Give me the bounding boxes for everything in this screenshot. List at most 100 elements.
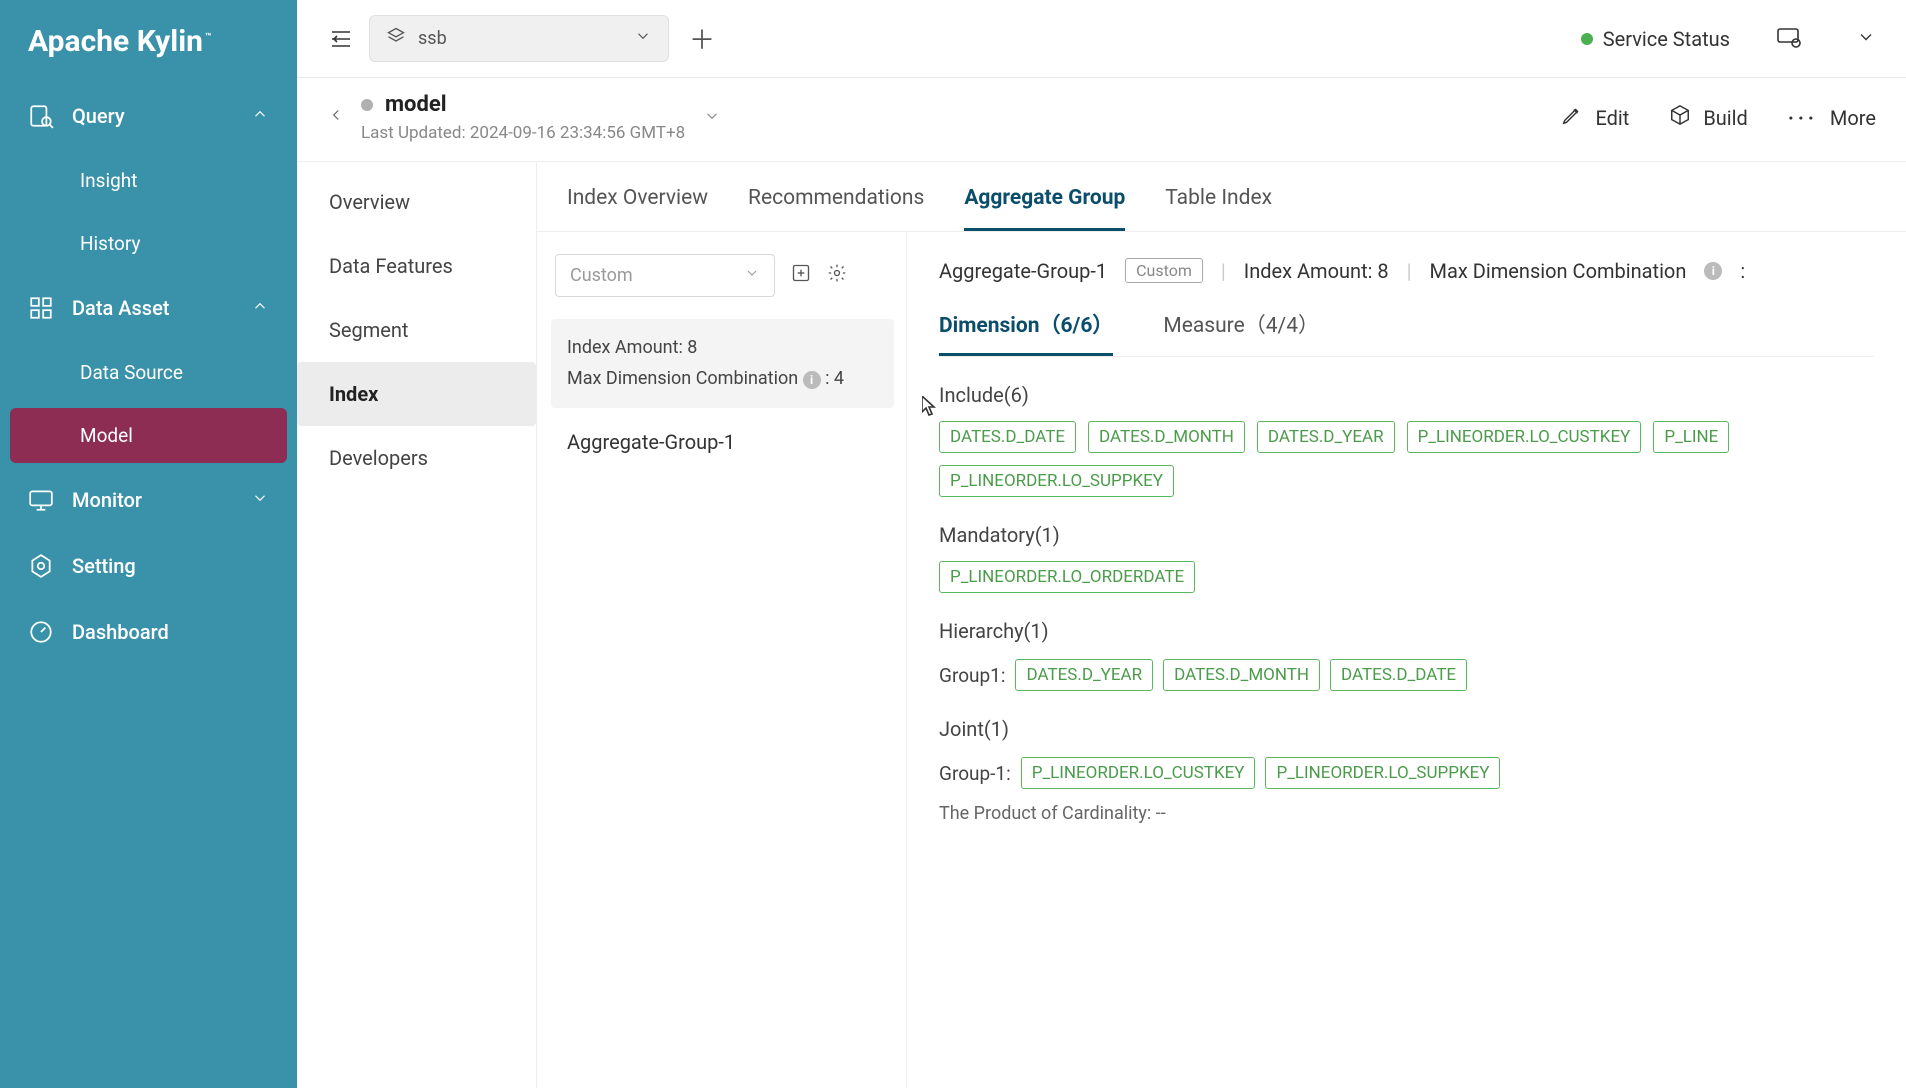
- more-dots-icon: ···: [1788, 106, 1818, 130]
- dimension-chip: P_LINEORDER.LO_ORDERDATE: [939, 561, 1195, 593]
- agg-type-select[interactable]: Custom: [555, 254, 775, 297]
- agg-detail-index-amount: Index Amount: 8: [1244, 259, 1389, 283]
- dimension-chip: P_LINE: [1653, 421, 1729, 453]
- subnav-segment[interactable]: Segment: [297, 298, 536, 362]
- back-button[interactable]: [327, 105, 361, 130]
- edit-label: Edit: [1595, 106, 1629, 130]
- info-icon[interactable]: i: [803, 371, 821, 389]
- tab-dimension-label: Dimension（6/6）: [939, 314, 1113, 338]
- joint-label: Joint(1): [939, 717, 1874, 741]
- info-icon[interactable]: i: [1704, 262, 1722, 280]
- include-label: Include(6): [939, 383, 1874, 407]
- dimension-chip: P_LINEORDER.LO_CUSTKEY: [1407, 421, 1642, 453]
- body: Overview Data Features Segment Index Dev…: [297, 162, 1906, 1088]
- nav-setting-label: Setting: [72, 554, 136, 578]
- tab-index-overview-label: Index Overview: [567, 186, 708, 210]
- cardinality-text: The Product of Cardinality: --: [939, 803, 1874, 824]
- subnav-developers[interactable]: Developers: [297, 426, 536, 490]
- model-last-updated: Last Updated: 2024-09-16 23:34:56 GMT+8: [361, 123, 685, 143]
- tab-dimension[interactable]: Dimension（6/6）: [939, 309, 1113, 356]
- hierarchy-group: Group1: DATES.D_YEAR DATES.D_MONTH DATES…: [939, 659, 1874, 691]
- nav-data-source[interactable]: Data Source: [0, 341, 297, 404]
- content: Index Overview Recommendations Aggregate…: [537, 162, 1906, 1088]
- model-actions: Edit Build ··· More: [1561, 104, 1876, 131]
- agg-type-placeholder: Custom: [570, 265, 633, 286]
- sidebar-toggle-icon[interactable]: [327, 27, 355, 51]
- nav-insight[interactable]: Insight: [0, 149, 297, 212]
- nav-data-asset-label: Data Asset: [72, 296, 169, 320]
- joint-group-label: Group-1:: [939, 762, 1011, 785]
- agg-detail-max-dim-label: Max Dimension Combination: [1430, 259, 1687, 283]
- subnav-overview-label: Overview: [329, 190, 410, 214]
- tab-recommendations-label: Recommendations: [748, 186, 924, 210]
- model-status-dot: [361, 99, 373, 111]
- subnav-index-label: Index: [329, 382, 378, 406]
- add-project-button[interactable]: ＋: [683, 20, 721, 57]
- cube-icon: [1669, 104, 1691, 131]
- subnav-index[interactable]: Index: [297, 362, 536, 426]
- nav-monitor-label: Monitor: [72, 488, 142, 512]
- agg-settings-button[interactable]: [827, 263, 847, 288]
- nav-data-asset[interactable]: Data Asset: [0, 275, 297, 341]
- nav-model[interactable]: Model: [10, 408, 287, 463]
- mandatory-label: Mandatory(1): [939, 523, 1874, 547]
- build-button[interactable]: Build: [1669, 104, 1748, 131]
- gear-icon: [28, 553, 54, 579]
- dim-measure-tabs: Dimension（6/6） Measure（4/4）: [939, 309, 1874, 357]
- nav-query-label: Query: [72, 104, 125, 128]
- dashboard-icon: [28, 619, 54, 645]
- nav-dashboard[interactable]: Dashboard: [0, 599, 297, 665]
- joint-group: Group-1: P_LINEORDER.LO_CUSTKEY P_LINEOR…: [939, 757, 1874, 789]
- aggregate-left-panel: Custom In: [537, 232, 907, 1088]
- tab-table-index[interactable]: Table Index: [1165, 186, 1272, 231]
- dimension-chip: DATES.D_MONTH: [1088, 421, 1245, 453]
- hierarchy-label: Hierarchy(1): [939, 619, 1874, 643]
- nav-history[interactable]: History: [0, 212, 297, 275]
- dimension-chip: P_LINEORDER.LO_SUPPKEY: [1265, 757, 1500, 789]
- edit-button[interactable]: Edit: [1561, 104, 1629, 131]
- nav-model-label: Model: [80, 424, 133, 447]
- tab-aggregate-group[interactable]: Aggregate Group: [964, 186, 1125, 231]
- nav-setting[interactable]: Setting: [0, 533, 297, 599]
- model-title-block: model Last Updated: 2024-09-16 23:34:56 …: [361, 92, 685, 143]
- dimension-chip: P_LINEORDER.LO_SUPPKEY: [939, 465, 1174, 497]
- subnav-data-features-label: Data Features: [329, 254, 453, 278]
- chevron-down-icon: [744, 265, 760, 286]
- more-button[interactable]: ··· More: [1788, 106, 1876, 130]
- logo: Apache Kylin™: [0, 0, 297, 83]
- nav-query[interactable]: Query: [0, 83, 297, 149]
- data-asset-icon: [28, 295, 54, 321]
- project-select[interactable]: ssb: [369, 15, 669, 62]
- layers-icon: [386, 26, 406, 51]
- chevron-down-icon[interactable]: [1856, 27, 1876, 51]
- index-amount-value: 8: [687, 337, 697, 358]
- subnav-developers-label: Developers: [329, 446, 428, 470]
- dimension-chip: P_LINEORDER.LO_CUSTKEY: [1021, 757, 1256, 789]
- admin-settings-icon[interactable]: [1774, 25, 1802, 53]
- service-status[interactable]: Service Status: [1581, 27, 1730, 51]
- subnav-overview[interactable]: Overview: [297, 170, 536, 234]
- query-icon: [28, 103, 54, 129]
- subnav-data-features[interactable]: Data Features: [297, 234, 536, 298]
- model-header: model Last Updated: 2024-09-16 23:34:56 …: [297, 78, 1906, 162]
- chevron-up-icon: [251, 104, 269, 128]
- monitor-icon: [28, 487, 54, 513]
- chevron-down-icon[interactable]: [703, 107, 721, 129]
- agg-summary: Index Amount: 8 Max Dimension Combinatio…: [551, 319, 894, 408]
- agg-group-item[interactable]: Aggregate-Group-1: [551, 408, 894, 464]
- agg-detail-max-dim-tail: :: [1740, 259, 1745, 283]
- top-bar: ssb ＋ Service Status: [297, 0, 1906, 78]
- chevron-down-icon: [251, 488, 269, 512]
- nav-monitor[interactable]: Monitor: [0, 467, 297, 533]
- subnav-segment-label: Segment: [329, 318, 408, 342]
- max-dim-label: Max Dimension Combination: [567, 368, 803, 389]
- dimension-chip: DATES.D_DATE: [1330, 659, 1467, 691]
- tab-index-overview[interactable]: Index Overview: [567, 186, 708, 231]
- add-agg-group-button[interactable]: [791, 263, 811, 288]
- tab-measure[interactable]: Measure（4/4）: [1163, 309, 1319, 356]
- tab-recommendations[interactable]: Recommendations: [748, 186, 924, 231]
- agg-group-name: Aggregate-Group-1: [567, 430, 735, 454]
- max-dim-value: : 4: [825, 368, 844, 389]
- pencil-icon: [1561, 104, 1583, 131]
- status-dot-icon: [1581, 33, 1593, 45]
